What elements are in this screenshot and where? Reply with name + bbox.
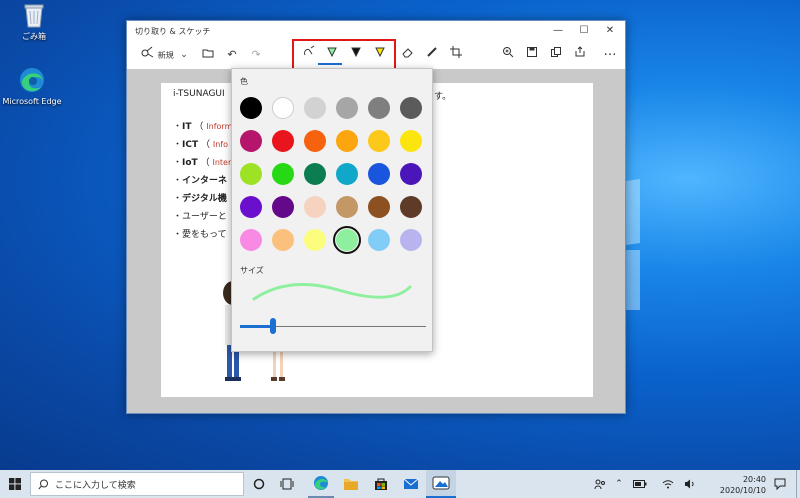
maximize-button[interactable]: ☐ [571,23,597,39]
color-swatch[interactable] [400,97,422,119]
color-swatch[interactable] [368,97,390,119]
doc-item: ・インターネ [173,176,228,186]
share-icon[interactable] [571,45,589,65]
folder-icon[interactable] [199,45,217,65]
color-swatch[interactable] [304,163,326,185]
recycle-bin-icon [23,2,45,28]
new-button-label: 新規 [157,51,174,60]
mail-icon[interactable] [398,470,424,498]
desktop-icon-edge[interactable]: Microsoft Edge [2,66,62,106]
color-swatch[interactable] [368,229,390,251]
color-swatch[interactable] [240,97,262,119]
wifi-icon[interactable] [660,470,676,498]
color-swatch[interactable] [304,130,326,152]
new-button[interactable]: 新規 [133,45,181,65]
windows-logo-wallpaper [600,179,800,390]
store-icon[interactable] [368,470,394,498]
doc-item: ・IT （ Inform [173,122,233,132]
taskbar-search-box[interactable]: ここに入力して検索 [30,472,244,496]
search-placeholder: ここに入力して検索 [55,481,136,491]
color-swatch[interactable] [272,97,294,119]
chevron-up-icon[interactable]: ⌃ [612,470,626,498]
color-swatch[interactable] [272,196,294,218]
taskbar-clock[interactable]: 20:40 2020/10/10 [720,474,766,496]
color-swatch[interactable] [336,97,358,119]
copy-icon[interactable] [547,45,565,65]
highlight-annotation-box [292,39,396,71]
battery-icon[interactable] [632,470,648,498]
volume-icon[interactable] [682,470,698,498]
size-heading: サイズ [240,266,264,275]
show-desktop-button[interactable] [796,470,800,498]
save-icon[interactable] [523,45,541,65]
cortana-icon[interactable] [248,470,270,498]
taskbar-snip-sketch-icon[interactable] [426,470,456,498]
search-icon [38,479,48,490]
size-slider-thumb[interactable] [270,318,277,334]
color-swatch[interactable] [240,229,262,251]
clock-date: 2020/10/10 [719,486,766,495]
file-explorer-icon[interactable] [338,470,364,498]
zoom-icon[interactable] [499,45,517,65]
ruler-icon[interactable] [423,45,441,65]
stroke-preview [250,277,414,307]
desktop-icon-recycle-bin[interactable]: ごみ箱 [4,2,64,42]
color-swatch[interactable] [336,163,358,185]
color-swatch[interactable] [400,229,422,251]
color-swatch[interactable] [368,130,390,152]
color-swatch[interactable] [272,130,294,152]
doc-item: ・愛をもって [173,230,227,240]
color-swatch[interactable] [336,130,358,152]
eraser-icon[interactable] [399,45,417,65]
doc-item: ・デジタル機 [173,194,227,204]
color-swatch[interactable] [272,229,294,251]
redo-icon[interactable]: ↷ [247,45,265,65]
color-swatch[interactable] [304,196,326,218]
color-swatch[interactable] [368,196,390,218]
color-swatch[interactable] [368,163,390,185]
taskbar: ここに入力して検索 ⌃ 20:40 2020/10/10 [0,470,800,498]
clock-time: 20:40 [742,475,766,484]
color-swatch[interactable] [304,97,326,119]
crop-icon[interactable] [447,45,465,65]
start-button[interactable] [0,470,30,498]
windows-start-icon [9,478,21,490]
undo-icon[interactable]: ↶ [223,45,241,65]
taskbar-edge-icon[interactable] [308,470,334,498]
color-swatch[interactable] [272,163,294,185]
color-swatch[interactable] [400,163,422,185]
color-heading: 色 [240,77,248,86]
color-swatch[interactable] [336,196,358,218]
doc-line-0: i-TSUNAGUI [173,89,225,99]
desktop-icon-label: ごみ箱 [22,32,46,41]
pen-settings-flyout: 色 サイズ [231,68,433,352]
color-swatch[interactable] [400,130,422,152]
task-view-icon[interactable] [276,470,298,498]
new-snip-icon [140,46,158,61]
doc-item: ・ユーザーと [173,212,227,222]
size-slider-fill [240,325,274,328]
minimize-button[interactable]: — [545,23,571,39]
doc-item: ・ICT （ Info [173,140,229,150]
more-options-icon[interactable]: … [601,45,619,65]
doc-item: ・IoT （ Inter [173,158,232,168]
desktop-icon-label: Microsoft Edge [2,97,62,106]
window-title: 切り取り & スケッチ [135,27,211,36]
color-swatch[interactable] [240,163,262,185]
color-swatch[interactable] [240,130,262,152]
chevron-down-icon[interactable]: ⌄ [177,45,191,65]
title-bar: 切り取り & スケッチ — ☐ ✕ [127,21,625,41]
active-pen-underline [318,63,342,65]
close-button[interactable]: ✕ [597,23,623,39]
color-swatch[interactable] [400,196,422,218]
color-swatch[interactable] [333,226,361,254]
color-swatch[interactable] [240,196,262,218]
edge-icon [18,66,46,94]
notifications-icon[interactable] [768,470,792,498]
people-icon[interactable] [592,470,608,498]
color-swatch[interactable] [304,229,326,251]
